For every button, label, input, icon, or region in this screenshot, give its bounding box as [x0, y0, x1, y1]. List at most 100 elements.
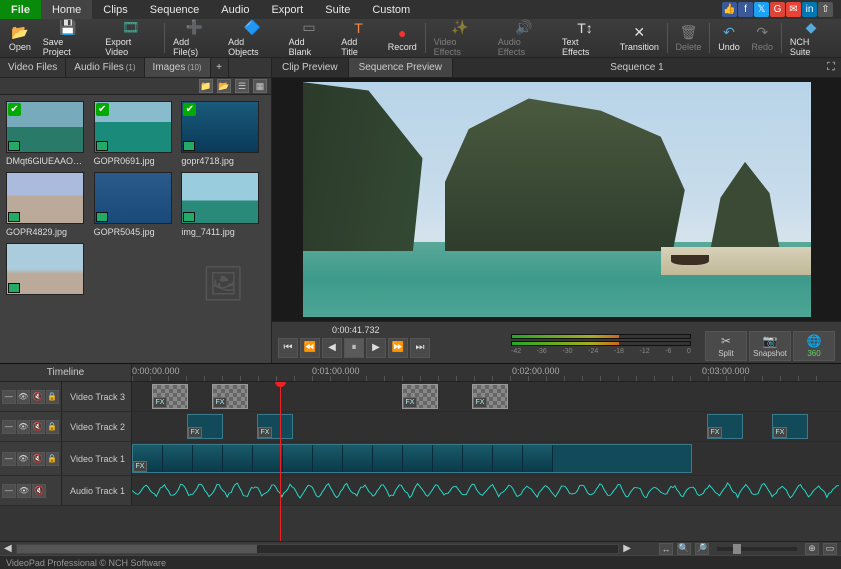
menu-custom[interactable]: Custom [361, 0, 421, 19]
social-icon[interactable]: ⇧ [818, 2, 833, 17]
media-thumb[interactable]: GOPR4829.jpg [6, 172, 90, 237]
track-ctl-icon[interactable]: 🔇 [31, 390, 45, 404]
timeline-clip[interactable]: FX [187, 414, 223, 439]
add-blank-button[interactable]: ▭Add Blank [283, 20, 336, 57]
tab-sequence-preview[interactable]: Sequence Preview [349, 58, 453, 77]
menu-home[interactable]: Home [41, 0, 92, 19]
timeline-clip[interactable]: FX [152, 384, 188, 409]
track-ctl-icon[interactable]: 🔇 [31, 452, 45, 466]
undo-button[interactable]: ↶Undo [712, 20, 745, 57]
track-ctl-icon[interactable]: 🔇 [31, 420, 45, 434]
bin-list-icon[interactable]: ☰ [235, 79, 249, 93]
track-lane[interactable] [132, 476, 841, 505]
step-back-button[interactable]: ◀ [322, 338, 342, 358]
timeline-clip[interactable]: FX [132, 444, 692, 473]
social-icon[interactable]: 𝕏 [754, 2, 769, 17]
track-ctl-icon[interactable]: — [2, 390, 16, 404]
fit-icon[interactable]: ↔ [659, 543, 673, 555]
sequence-title: Sequence 1 [453, 58, 821, 77]
track-ctl-icon[interactable]: 🔒 [46, 390, 60, 404]
bin-tab-video-files[interactable]: Video Files [0, 58, 66, 77]
track-lane[interactable]: FX FX FX FX [132, 382, 841, 411]
track-ctl-icon[interactable]: 🔒 [46, 452, 60, 466]
add-file-s--button[interactable]: ➕Add File(s) [167, 20, 222, 57]
track-ctl-icon[interactable]: 👁 [17, 420, 31, 434]
track-ctl-icon[interactable]: 👁 [17, 452, 31, 466]
media-thumb[interactable]: GOPR0691.jpg [94, 101, 178, 166]
social-icon[interactable]: 👍 [722, 2, 737, 17]
menu-export[interactable]: Export [260, 0, 314, 19]
timeline-clip[interactable]: FX [402, 384, 438, 409]
social-icon[interactable]: in [802, 2, 817, 17]
tab-clip-preview[interactable]: Clip Preview [272, 58, 349, 77]
open-button[interactable]: 📂Open [3, 20, 37, 57]
audio-effects-button: 🔊Audio Effects [492, 20, 556, 57]
goto-start-button[interactable]: ⏮ [278, 338, 298, 358]
nch-suite-button[interactable]: ◆NCH Suite [784, 20, 838, 57]
zoom-reset-icon[interactable]: ⊕ [805, 543, 819, 555]
track-ctl-icon[interactable]: — [2, 484, 16, 498]
menu-file[interactable]: File [0, 0, 41, 19]
play-button[interactable]: ▶ [366, 338, 386, 358]
bin-tab-add[interactable]: + [211, 58, 229, 77]
track-ctl-icon[interactable]: 👁 [17, 390, 31, 404]
track-ctl-icon[interactable]: — [2, 452, 16, 466]
menu-audio[interactable]: Audio [210, 0, 260, 19]
video-effects-button: ✨Video Effects [428, 20, 492, 57]
transition-button[interactable]: ✕Transition [614, 20, 665, 57]
bin-tab-images[interactable]: Images (10) [145, 58, 211, 77]
transport-bar: 0:00:41.732 ⏮ ⏪ ◀ ⏸ ▶ ⏩ ⏭ -42-36-30-24-1… [272, 321, 841, 363]
add-objects-button[interactable]: 🔷Add Objects [222, 20, 283, 57]
media-thumb[interactable]: DMqt6GlUEAAO2ET.jpg [6, 101, 90, 166]
export-video-button[interactable]: 🎞Export Video [99, 20, 162, 57]
social-icon[interactable]: f [738, 2, 753, 17]
bin-tab-audio-files[interactable]: Audio Files (1) [66, 58, 144, 77]
playhead[interactable] [280, 382, 281, 541]
bin-folder-icon[interactable]: 📁 [199, 79, 213, 93]
track-lane[interactable]: FX [132, 442, 841, 475]
timeline-clip[interactable]: FX [257, 414, 293, 439]
ribbon-toolbar: 📂Open💾Save Project🎞Export Video➕Add File… [0, 19, 841, 58]
timeline-clip[interactable]: FX [212, 384, 248, 409]
split-button[interactable]: ✂Split [705, 331, 747, 361]
menu-sequence[interactable]: Sequence [139, 0, 211, 19]
snapshot-button[interactable]: 📷Snapshot [749, 331, 791, 361]
bin-folder-add-icon[interactable]: 📂 [217, 79, 231, 93]
storyboard-icon[interactable]: ▭ [823, 543, 837, 555]
track-ctl-icon[interactable]: 👁 [17, 484, 31, 498]
social-icon[interactable]: ✉ [786, 2, 801, 17]
add-title-button[interactable]: TAdd Title [335, 20, 382, 57]
zoom-slider[interactable] [717, 547, 797, 551]
media-thumb[interactable] [6, 243, 90, 298]
social-icon[interactable]: G [770, 2, 785, 17]
track-ctl-icon[interactable]: 🔒 [46, 420, 60, 434]
prev-frame-button[interactable]: ⏪ [300, 338, 320, 358]
track-lane[interactable]: FX FX FX FX [132, 412, 841, 441]
pause-button[interactable]: ⏸ [344, 338, 364, 358]
delete-button: 🗑Delete [670, 20, 708, 57]
media-thumb[interactable]: GOPR5045.jpg [94, 172, 178, 237]
bin-grid-icon[interactable]: ▦ [253, 79, 267, 93]
save-project-button[interactable]: 💾Save Project [37, 20, 99, 57]
track-ctl-icon[interactable]: — [2, 420, 16, 434]
text-effects-button[interactable]: T↕Text Effects [556, 20, 614, 57]
expand-icon[interactable]: ⛶ [821, 58, 841, 77]
media-thumb[interactable]: img_7411.jpg [181, 172, 265, 237]
record-button[interactable]: ●Record [382, 20, 423, 57]
h-scrollbar[interactable] [16, 544, 620, 554]
zoom-out-icon[interactable]: 🔍 [677, 543, 691, 555]
preview-viewport[interactable] [272, 78, 841, 321]
track-ctl-icon[interactable]: 🔇 [32, 484, 46, 498]
step-fwd-button[interactable]: ⏩ [388, 338, 408, 358]
360-button[interactable]: 🌐360 [793, 331, 835, 361]
bin-tabs: Video FilesAudio Files (1)Images (10)+ [0, 58, 271, 78]
timeline-ruler[interactable]: 0:00:00.0000:01:00.0000:02:00.0000:03:00… [132, 364, 841, 381]
timeline-clip[interactable]: FX [707, 414, 743, 439]
media-thumb[interactable]: gopr4718.jpg [181, 101, 265, 166]
timeline-clip[interactable]: FX [772, 414, 808, 439]
timeline-clip[interactable]: FX [472, 384, 508, 409]
goto-end-button[interactable]: ⏭ [410, 338, 430, 358]
menu-clips[interactable]: Clips [92, 0, 138, 19]
menu-suite[interactable]: Suite [314, 0, 361, 19]
zoom-in-icon[interactable]: 🔎 [695, 543, 709, 555]
